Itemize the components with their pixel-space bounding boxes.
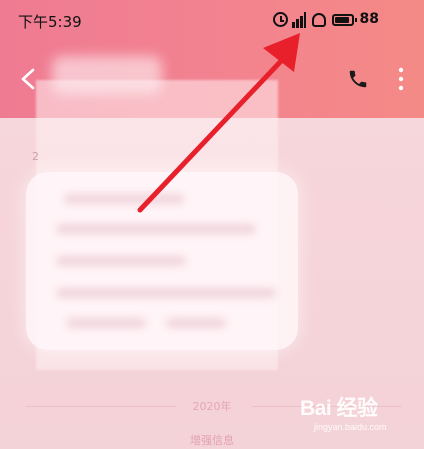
status-time: 下午5:39 <box>18 13 82 31</box>
alarm-icon <box>273 12 288 27</box>
signal-icon <box>292 12 306 28</box>
battery-icon <box>332 14 357 26</box>
baidu-jingyan-watermark: Bai 经验 jingyan.baidu.com <box>300 392 410 436</box>
hd-voice-icon <box>312 13 326 27</box>
battery-level: 88 <box>359 11 379 27</box>
date-stub: 2 <box>32 150 39 163</box>
battery-fill <box>335 17 350 23</box>
message-line <box>56 256 186 266</box>
watermark-sub: jingyan.baidu.com <box>314 422 387 432</box>
watermark-main: Bai 经验 <box>300 397 378 420</box>
status-bar: 下午5:39 88 <box>0 0 424 40</box>
message-line <box>66 318 146 328</box>
message-line <box>56 288 276 298</box>
message-line <box>166 318 226 328</box>
more-vertical-icon[interactable] <box>396 67 406 91</box>
messages-screen: 下午5:39 88 2 2020年 增强信息 Bai 经验 jingyan.ba… <box>0 0 424 449</box>
phone-icon[interactable] <box>347 68 369 90</box>
message-line <box>64 194 184 204</box>
message-bubble-blurred[interactable] <box>26 172 298 350</box>
message-line <box>56 224 256 234</box>
